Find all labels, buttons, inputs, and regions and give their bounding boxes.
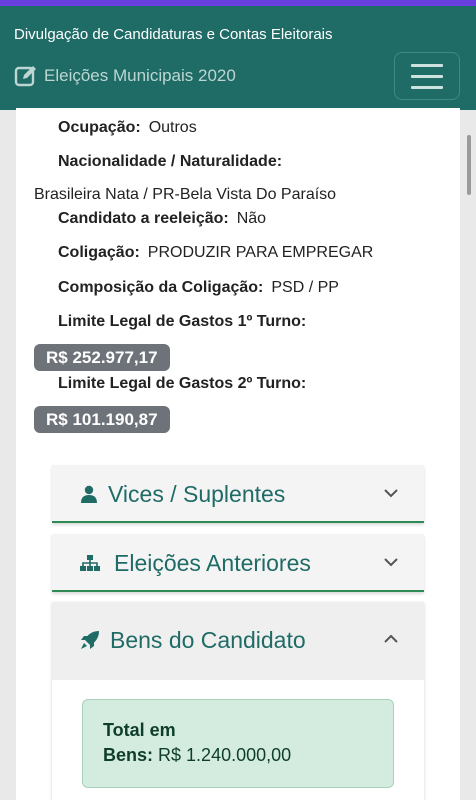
chevron-up-icon: [384, 634, 398, 643]
composicao-value: PSD / PP: [271, 279, 339, 296]
scrollbar[interactable]: [467, 135, 471, 195]
vices-panel-header[interactable]: Vices / Suplentes: [52, 465, 424, 523]
coligacao-label: Coligação:: [58, 244, 140, 261]
limite1-badge: R$ 252.977,17: [34, 344, 170, 371]
hamburger-icon-bar: [411, 74, 443, 78]
brand-label: Eleições Municipais 2020: [44, 66, 236, 85]
menu-toggle-button[interactable]: [394, 52, 460, 100]
user-icon: [81, 485, 97, 503]
limite2-label: Limite Legal de Gastos 2º Turno:: [58, 375, 307, 392]
limite2-badge: R$ 101.190,87: [34, 406, 170, 433]
chevron-down-icon: [384, 558, 398, 567]
brand-link[interactable]: Eleições Municipais 2020: [14, 64, 236, 88]
hamburger-icon-bar: [411, 63, 443, 67]
site-title: Divulgação de Candidaturas e Contas Elei…: [14, 26, 333, 43]
total-bens-label-line2: Bens:: [103, 745, 154, 765]
reeleicao-row: Candidato a reeleição: Não: [58, 210, 266, 228]
vices-panel-title: Vices / Suplentes: [108, 481, 286, 507]
limite1-row: Limite Legal de Gastos 1º Turno:: [58, 313, 306, 331]
total-bens-label-line1: Total em: [103, 720, 176, 740]
ocupacao-row: Ocupação: Outros: [58, 119, 197, 137]
hamburger-icon-bar: [411, 85, 443, 89]
total-bens-alert: Total em Bens: R$ 1.240.000,00: [82, 699, 394, 788]
app-header: Divulgação de Candidaturas e Contas Elei…: [0, 6, 476, 110]
total-bens-line2: Bens: R$ 1.240.000,00: [103, 745, 291, 766]
coligacao-value: PRODUZIR PARA EMPREGAR: [147, 244, 374, 261]
limite2-row: Limite Legal de Gastos 2º Turno:: [58, 375, 306, 393]
reeleicao-label: Candidato a reeleição:: [58, 210, 229, 227]
composicao-row: Composição da Coligação: PSD / PP: [58, 279, 339, 297]
limite1-label: Limite Legal de Gastos 1º Turno:: [58, 313, 307, 330]
nacionalidade-value: Brasileira Nata / PR-Bela Vista Do Paraí…: [34, 186, 337, 203]
eleicoes-panel-title: Eleições Anteriores: [114, 550, 311, 576]
nacionalidade-row: Nacionalidade / Naturalidade:: [58, 153, 282, 171]
ocupacao-value: Outros: [148, 119, 197, 136]
nacionalidade-label: Nacionalidade / Naturalidade:: [58, 153, 283, 170]
chevron-down-icon: [384, 489, 398, 498]
bens-panel-title: Bens do Candidato: [110, 627, 306, 653]
eleicoes-panel-header[interactable]: Eleições Anteriores: [52, 534, 424, 592]
reeleicao-value: Não: [236, 210, 267, 227]
bens-panel-header[interactable]: Bens do Candidato: [52, 602, 424, 680]
composicao-label: Composição da Coligação:: [58, 279, 264, 296]
total-bens-value: R$ 1.240.000,00: [158, 745, 292, 765]
ocupacao-label: Ocupação:: [58, 119, 141, 136]
sitemap-icon: [80, 555, 100, 571]
coligacao-row: Coligação: PRODUZIR PARA EMPREGAR: [58, 244, 373, 262]
edit-icon: [14, 66, 36, 87]
rocket-icon: [81, 631, 99, 649]
